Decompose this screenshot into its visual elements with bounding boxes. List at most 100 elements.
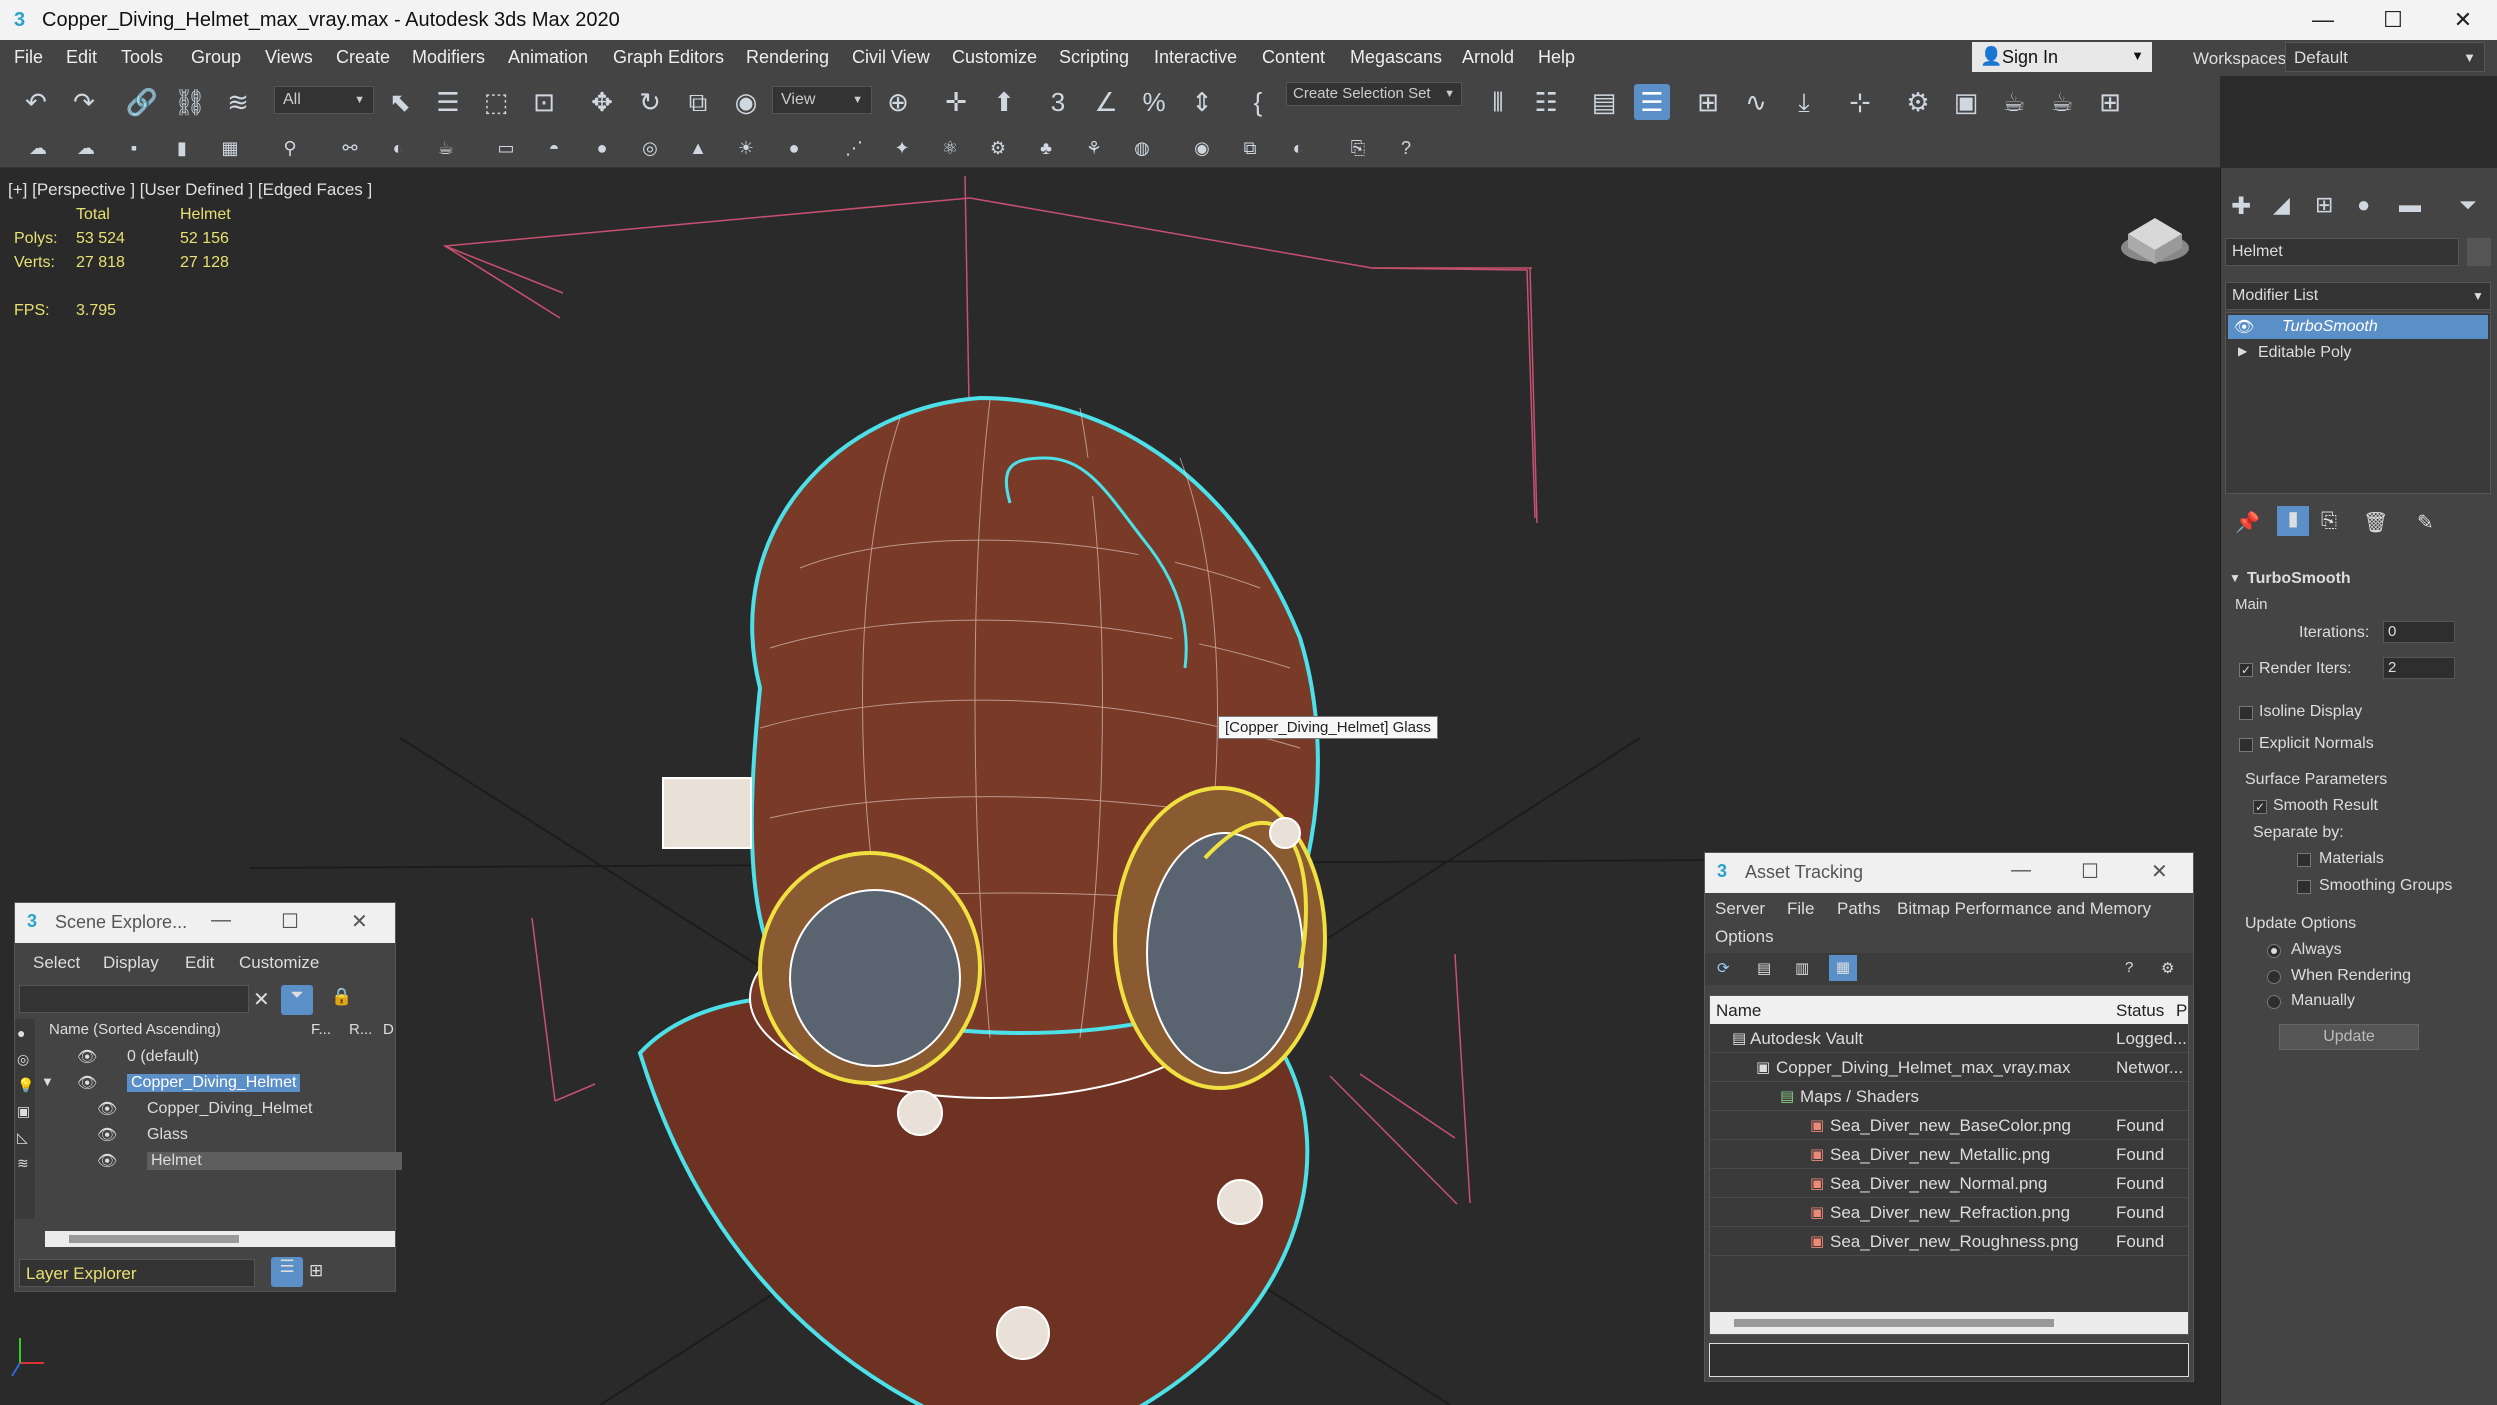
eye-icon[interactable]: 👁	[77, 1047, 97, 1067]
tree-row[interactable]: 👁 Glass	[37, 1123, 397, 1149]
se-header-freeze[interactable]: F...	[311, 1021, 331, 1038]
schematic-view-icon[interactable]: ⊹	[1842, 84, 1878, 120]
at-menu-file[interactable]: File	[1787, 899, 1814, 919]
align-icon[interactable]: ☷	[1528, 84, 1564, 120]
plane-icon[interactable]: ▭	[492, 134, 520, 162]
close-button[interactable]: ✕	[351, 909, 368, 934]
redo-icon[interactable]: ↷	[66, 84, 102, 120]
curve-editor-icon[interactable]: ∿	[1738, 84, 1774, 120]
asset-row[interactable]: ▤ Autodesk Vault Logged...	[1710, 1024, 2188, 1053]
scene-explorer-toggle-icon[interactable]: ☰	[1634, 84, 1670, 120]
se-header-name[interactable]: Name (Sorted Ascending)	[49, 1021, 221, 1038]
edit-named-selection-icon[interactable]: {	[1240, 84, 1276, 120]
keyboard-shortcut-icon[interactable]: ⬆	[986, 84, 1022, 120]
object-color-swatch[interactable]	[2467, 238, 2491, 266]
menu-megascans[interactable]: Megascans	[1350, 47, 1442, 68]
close-button[interactable]: ✕	[2433, 4, 2493, 36]
scale-icon[interactable]: ⧉	[680, 84, 716, 120]
menu-file[interactable]: File	[14, 47, 43, 68]
close-button[interactable]: ✕	[2151, 859, 2168, 884]
layer-explorer-select[interactable]: Layer Explorer	[19, 1259, 255, 1287]
torus-icon[interactable]: ◎	[636, 134, 664, 162]
reference-coord-dropdown[interactable]: View ▼	[772, 86, 872, 114]
menu-content[interactable]: Content	[1262, 47, 1325, 68]
render-iters-checkbox[interactable]: ✓	[2239, 663, 2253, 677]
collapse-arrow-icon[interactable]: ▼	[2229, 571, 2241, 585]
help-icon[interactable]: ?	[1392, 134, 1420, 162]
configure-sets-icon[interactable]: ✎	[2417, 510, 2434, 535]
refresh-icon[interactable]: ⟳	[1717, 959, 1730, 977]
physics-icon[interactable]: ⚛	[936, 134, 964, 162]
se-menu-customize[interactable]: Customize	[239, 953, 319, 973]
sun-icon[interactable]: ☀	[732, 134, 760, 162]
when-rendering-radio[interactable]	[2267, 970, 2281, 984]
clear-search-icon[interactable]: ✕	[253, 987, 270, 1012]
render-frame-icon[interactable]: ☕	[1996, 84, 2032, 120]
tree-view-icon[interactable]: ▦	[1829, 955, 1857, 981]
move-icon[interactable]: ✥	[584, 84, 620, 120]
update-button[interactable]: Update	[2279, 1024, 2419, 1050]
angle-snap-icon[interactable]: ∠	[1088, 84, 1124, 120]
se-menu-edit[interactable]: Edit	[185, 953, 214, 973]
light-icon[interactable]: ⚲	[276, 134, 304, 162]
ball-icon[interactable]: ●	[588, 134, 616, 162]
at-col-name[interactable]: Name	[1716, 1001, 1761, 1021]
undo-icon[interactable]: ↶	[18, 84, 54, 120]
hierarchy-tab-icon[interactable]: ⊞	[2315, 192, 2333, 218]
percent-snap-icon[interactable]: %	[1136, 84, 1172, 120]
render-setup-icon[interactable]: ▣	[1948, 84, 1984, 120]
collapse-arrow-icon[interactable]: ▼	[41, 1074, 54, 1089]
link-icon[interactable]: 🔗	[124, 84, 160, 120]
dome-icon[interactable]: ◓	[540, 134, 568, 162]
rect-selection-icon[interactable]: ⬚	[478, 84, 514, 120]
horizontal-scrollbar[interactable]	[1710, 1312, 2188, 1334]
window-crossing-icon[interactable]: ⊡	[526, 84, 562, 120]
render-iters-spinner[interactable]: 2	[2383, 657, 2455, 679]
tree-row[interactable]: 👁 Helmet	[37, 1149, 402, 1175]
maximize-button[interactable]: ☐	[281, 909, 299, 934]
bind-spacewarp-icon[interactable]: ≋	[220, 84, 256, 120]
ribbon-icon[interactable]: ⊞	[1690, 84, 1726, 120]
iterations-spinner[interactable]: 0	[2383, 621, 2455, 643]
scene-search-input[interactable]	[19, 985, 249, 1013]
hair-icon[interactable]: ⋰	[840, 134, 868, 162]
se-header-render[interactable]: R...	[349, 1021, 372, 1038]
teapot-icon[interactable]: ☁	[24, 134, 52, 162]
tree-row[interactable]: 👁 0 (default)	[37, 1045, 397, 1071]
turbosmooth-rollout-header[interactable]: ▼ TurboSmooth	[2229, 568, 2491, 594]
se-menu-display[interactable]: Display	[103, 953, 159, 973]
vfb-icon[interactable]: ◐	[1284, 134, 1312, 162]
at-menu-options[interactable]: Options	[1715, 927, 1774, 947]
horizontal-scrollbar[interactable]	[45, 1231, 395, 1247]
viewcube[interactable]	[2121, 218, 2189, 264]
asset-row[interactable]: ▣ Sea_Diver_new_Refraction.png Found	[1710, 1198, 2188, 1227]
settings-icon[interactable]: ⚙	[2161, 959, 2174, 977]
select-manipulate-icon[interactable]: ✛	[938, 84, 974, 120]
menu-civil-view[interactable]: Civil View	[852, 47, 930, 68]
always-radio[interactable]	[2267, 944, 2281, 958]
lock-icon[interactable]: 🔒	[331, 987, 352, 1007]
at-menu-bitmap-performance[interactable]: Bitmap Performance and Memory	[1897, 899, 2151, 919]
material-editor-icon[interactable]: ⚙	[1900, 84, 1936, 120]
menu-modifiers[interactable]: Modifiers	[412, 47, 485, 68]
camera-icon[interactable]: ⚯	[336, 134, 364, 162]
cloud-icon[interactable]: ☁	[72, 134, 100, 162]
spinner-snap-icon[interactable]: ⇕	[1184, 84, 1220, 120]
at-menu-server[interactable]: Server	[1715, 899, 1765, 919]
grid-icon[interactable]: ▦	[216, 134, 244, 162]
smoothing-groups-checkbox[interactable]	[2297, 880, 2311, 894]
export-icon[interactable]: ⎘	[1344, 134, 1372, 162]
se-menu-select[interactable]: Select	[33, 953, 80, 973]
snaps-toggle-icon[interactable]: 3	[1040, 84, 1076, 120]
unlink-icon[interactable]: ⛓	[172, 84, 208, 120]
frame-buffer-icon[interactable]: ⧉	[1236, 134, 1264, 162]
omni-light-icon[interactable]: ●	[780, 134, 808, 162]
eye-icon[interactable]: 👁	[97, 1099, 117, 1119]
menu-arnold[interactable]: Arnold	[1462, 47, 1514, 68]
mirror-icon[interactable]: ⫴	[1480, 84, 1516, 120]
cylinder-icon[interactable]: ▮	[168, 134, 196, 162]
help-icon[interactable]: ?	[2125, 959, 2133, 976]
select-object-icon[interactable]: ⬉	[382, 84, 418, 120]
maximize-button[interactable]: ☐	[2081, 859, 2099, 884]
menu-rendering[interactable]: Rendering	[746, 47, 829, 68]
